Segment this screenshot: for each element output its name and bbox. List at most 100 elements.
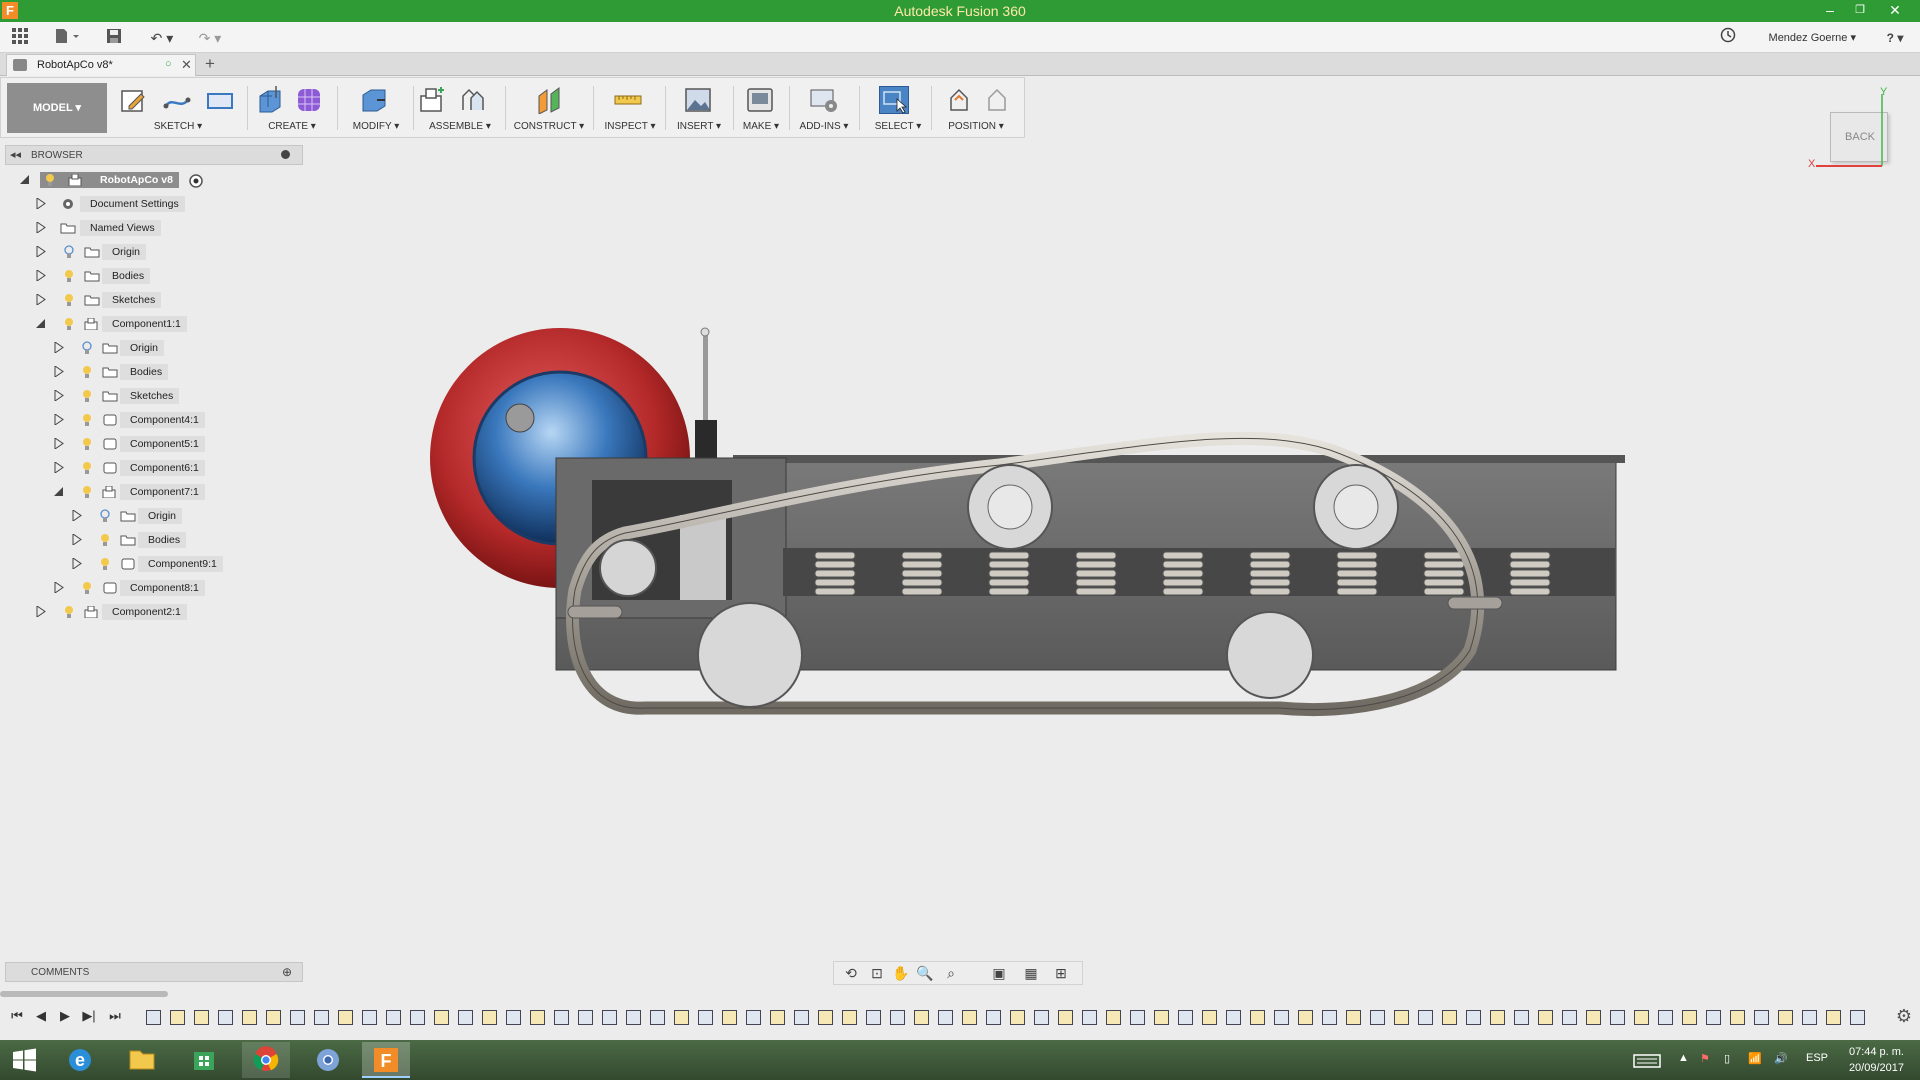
measure-icon[interactable] — [613, 86, 643, 114]
timeline-feature-icon[interactable] — [746, 1010, 761, 1025]
panel-scrollbar[interactable] — [0, 991, 168, 997]
expanded-arrow-icon[interactable] — [20, 174, 30, 185]
timeline-feature-icon[interactable] — [1346, 1010, 1361, 1025]
timeline-feature-icon[interactable] — [338, 1010, 353, 1025]
timeline-feature-icon[interactable] — [890, 1010, 905, 1025]
windows-start-icon[interactable] — [0, 1042, 48, 1078]
robot-model[interactable] — [300, 138, 1920, 978]
timeline-feature-icon[interactable] — [1418, 1010, 1433, 1025]
timeline-feature-icon[interactable] — [218, 1010, 233, 1025]
tab-robotapco[interactable]: RobotApCo v8* ○ ✕ — [6, 54, 196, 76]
collapsed-arrow-icon[interactable] — [54, 366, 64, 377]
timeline-feature-icon[interactable] — [1106, 1010, 1121, 1025]
inspect-menu[interactable]: INSPECT ▾ — [597, 121, 663, 132]
timeline-feature-icon[interactable] — [1826, 1010, 1841, 1025]
chrome-icon[interactable] — [242, 1042, 290, 1078]
collapsed-arrow-icon[interactable] — [72, 558, 82, 569]
system-clock[interactable]: 07:44 p. m. 20/09/2017 — [1849, 1044, 1904, 1076]
activate-radio-icon[interactable] — [188, 173, 204, 189]
language-indicator[interactable]: ESP — [1806, 1052, 1828, 1064]
timeline-feature-icon[interactable] — [146, 1010, 161, 1025]
lightbulb-icon[interactable] — [82, 461, 92, 475]
lightbulb-icon[interactable] — [82, 437, 92, 451]
lightbulb-icon[interactable] — [82, 413, 92, 427]
3d-print-icon[interactable] — [745, 86, 775, 114]
timeline-feature-icon[interactable] — [842, 1010, 857, 1025]
line-icon[interactable] — [162, 86, 192, 114]
new-component-icon[interactable] — [417, 86, 447, 114]
collapsed-arrow-icon[interactable] — [36, 222, 46, 233]
timeline-feature-icon[interactable] — [554, 1010, 569, 1025]
expanded-arrow-icon[interactable] — [36, 318, 46, 329]
close-tab-button[interactable]: ✕ — [181, 57, 192, 73]
collapsed-arrow-icon[interactable] — [36, 606, 46, 617]
help-menu[interactable]: ? ▾ — [1878, 27, 1912, 49]
timeline-feature-icon[interactable] — [818, 1010, 833, 1025]
timeline-feature-icon[interactable] — [1226, 1010, 1241, 1025]
look-at-icon[interactable]: ⊡ — [866, 965, 888, 983]
timeline-feature-icon[interactable] — [266, 1010, 281, 1025]
battery-icon[interactable]: ▯ — [1724, 1052, 1730, 1065]
step-forward-icon[interactable]: ▶| — [80, 1008, 98, 1026]
timeline-feature-icon[interactable] — [1442, 1010, 1457, 1025]
lightbulb-icon[interactable] — [82, 365, 92, 379]
timeline-feature-icon[interactable] — [1658, 1010, 1673, 1025]
new-tab-button[interactable]: + — [205, 54, 215, 74]
tray-overflow-icon[interactable]: ▲ — [1678, 1052, 1689, 1064]
user-account-menu[interactable]: Mendez Goerne ▾ — [1769, 31, 1856, 44]
timeline-feature-icon[interactable] — [794, 1010, 809, 1025]
timeline-feature-icon[interactable] — [1394, 1010, 1409, 1025]
select-cursor-icon[interactable] — [879, 86, 909, 114]
timeline-feature-icon[interactable] — [530, 1010, 545, 1025]
timeline-feature-icon[interactable] — [1010, 1010, 1025, 1025]
scripts-addins-icon[interactable] — [809, 86, 839, 114]
keyboard-icon[interactable] — [1632, 1042, 1662, 1078]
collapsed-arrow-icon[interactable] — [54, 582, 64, 593]
collapsed-arrow-icon[interactable] — [36, 270, 46, 281]
timeline-feature-icon[interactable] — [242, 1010, 257, 1025]
windows-store-icon[interactable] — [180, 1042, 228, 1078]
timeline-feature-icon[interactable] — [986, 1010, 1001, 1025]
timeline-feature-icon[interactable] — [1250, 1010, 1265, 1025]
orbit-icon[interactable]: ⟲ — [840, 965, 862, 983]
collapsed-arrow-icon[interactable] — [72, 534, 82, 545]
timeline-feature-icon[interactable] — [1154, 1010, 1169, 1025]
press-pull-icon[interactable] — [359, 86, 389, 114]
lightbulb-icon[interactable] — [82, 389, 92, 403]
create-sketch-icon[interactable] — [119, 86, 149, 114]
collapsed-arrow-icon[interactable] — [36, 198, 46, 209]
create-menu[interactable]: CREATE ▾ — [251, 121, 333, 132]
select-menu[interactable]: SELECT ▾ — [867, 121, 929, 132]
display-settings-icon[interactable]: ▣ — [988, 965, 1010, 983]
timeline-feature-icon[interactable] — [386, 1010, 401, 1025]
joint-icon[interactable] — [457, 86, 487, 114]
collapsed-arrow-icon[interactable] — [54, 462, 64, 473]
add-ins-menu[interactable]: ADD-INS ▾ — [791, 121, 857, 132]
make-menu[interactable]: MAKE ▾ — [735, 121, 787, 132]
modify-menu[interactable]: MODIFY ▾ — [341, 121, 411, 132]
redo-button[interactable]: ↷ ▾ — [190, 27, 230, 49]
timeline-feature-icon[interactable] — [458, 1010, 473, 1025]
chrome-alt-icon[interactable] — [304, 1042, 352, 1078]
extrude-icon[interactable] — [255, 86, 285, 114]
timeline-feature-icon[interactable] — [602, 1010, 617, 1025]
workspace-switcher[interactable]: MODEL ▾ — [7, 83, 107, 133]
action-center-flag-icon[interactable]: ⚑ — [1700, 1052, 1710, 1065]
network-signal-icon[interactable]: 📶 — [1748, 1052, 1762, 1065]
timeline-feature-icon[interactable] — [1130, 1010, 1145, 1025]
timeline-feature-icon[interactable] — [362, 1010, 377, 1025]
go-to-start-icon[interactable]: ⏮ — [8, 1008, 26, 1026]
offset-plane-icon[interactable] — [535, 86, 565, 115]
viewports-icon[interactable]: ⊞ — [1050, 965, 1072, 983]
restore-button[interactable]: ❐ — [1845, 1, 1875, 21]
timeline-feature-icon[interactable] — [1514, 1010, 1529, 1025]
save-icon[interactable] — [102, 27, 126, 49]
form-sculpt-icon[interactable] — [295, 86, 325, 114]
timeline-feature-icon[interactable] — [482, 1010, 497, 1025]
collapsed-arrow-icon[interactable] — [72, 510, 82, 521]
lightbulb-off-icon[interactable] — [82, 341, 92, 355]
lightbulb-icon[interactable] — [64, 605, 74, 619]
capture-position-icon[interactable] — [945, 86, 975, 114]
rectangle-icon[interactable] — [205, 86, 235, 114]
timeline-feature-icon[interactable] — [1490, 1010, 1505, 1025]
